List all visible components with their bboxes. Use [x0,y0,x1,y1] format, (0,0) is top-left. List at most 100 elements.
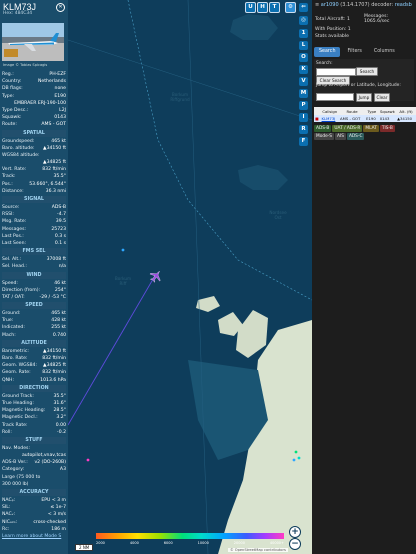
detail-value: EMBRAER ERJ-190-100 [14,100,66,106]
detail-row: Sel. Alt.: 37008 ft [2,256,66,263]
detail-key: Mach: [2,332,16,338]
side-button-o[interactable]: O [299,53,308,62]
detail-value: 832 ft/min [42,167,66,173]
search-button[interactable]: Search [356,67,378,76]
column-header[interactable]: Route [339,107,366,115]
jump-button[interactable]: Jump [356,93,372,102]
aircraft-photo[interactable] [2,23,64,61]
jump-input[interactable] [316,93,354,101]
detail-key: Messages: [2,226,27,232]
side-button-p[interactable]: P [299,101,308,110]
section-header: STUFF [2,436,66,444]
detail-key: Baro. Rate: [2,356,28,361]
app-link[interactable]: ar1090 [321,2,339,8]
detail-row: True Heading: 31.6° [2,400,66,407]
cell-route: AMS - GOT [339,115,366,122]
detail-value: L2J [59,107,66,113]
source-tag[interactable]: ADS-C [346,133,365,140]
tab-columns[interactable]: Columns [369,47,400,57]
source-tag[interactable]: MLAT [363,125,379,132]
detail-key: Roll: [2,429,12,435]
source-tag[interactable]: AIS [335,133,346,140]
detail-key: Source: [2,205,20,210]
detail-key: Route: [2,122,17,128]
detail-key: TAT / OAT: [2,294,25,300]
cell-callsign[interactable]: KLM73J [320,115,340,122]
column-header[interactable]: Alt. (ft) [396,107,416,115]
source-tag[interactable]: UAT / ADS-R [332,125,363,132]
side-button-v[interactable]: V [299,77,308,86]
detail-row: Country: Netherlands [2,78,66,85]
close-icon[interactable]: ✕ [56,3,65,12]
altitude-legend-ticks: 2000 4000 6000 10000 20000 40000+ [96,541,284,545]
detail-value: 0.00 [55,422,66,428]
detail-row: Groundspeed: 465 kt [2,138,66,145]
detail-value: v2 (DO-260B) [34,460,66,466]
source-tag[interactable]: Mode-S [314,133,334,140]
settings-gear-icon[interactable]: ⚙ [285,2,296,13]
with-position: With Position: 1 [315,27,351,32]
zoom-out-button[interactable]: − [289,538,301,550]
detail-key: Msg. Rate: [2,219,27,225]
detail-key: Track: [2,174,16,180]
position-label: With Position: [315,27,347,32]
detail-key: NACₚ: [2,498,16,503]
decoder-link[interactable]: readsb [395,2,412,8]
side-button-r[interactable]: R [299,125,308,134]
detail-key: Indicated: [2,325,25,331]
detail-value: cross-checked [33,519,66,525]
detail-row: WGS84 altitude: [2,152,66,159]
source-tag[interactable]: ADS-B [314,125,332,132]
learn-more-link[interactable]: Learn more about Mode S [2,533,66,540]
map-view[interactable]: Borkum Riffgrund Borkum Riff Nordsee Ost U … [68,0,312,554]
detail-key: Magnetic Heading: [2,408,46,414]
detail-value: ▲34150 ft [43,348,66,354]
tab-search[interactable]: Search [314,47,341,57]
detail-row: Direction (from): 254° [2,287,66,294]
side-button-i[interactable]: I [299,113,308,122]
search-input[interactable] [316,68,356,76]
map-button-h[interactable]: H [257,2,268,13]
map-button-u[interactable]: U [245,2,256,13]
aircraft-hex: Hex: 484C34 [3,11,32,16]
messages-value: 1065.6/sec [364,19,390,24]
clear-button[interactable]: Clear [374,93,390,102]
map-button-t[interactable]: T [269,2,280,13]
table-row[interactable]: ■ KLM73J AMS - GOT E190 0143 ▲34150 [314,115,416,122]
side-button-2[interactable]: 1 [299,29,308,38]
detail-value: 465 kt [51,138,66,144]
detail-key: Distance: [2,188,24,194]
detail-value: n/a [58,264,66,270]
detail-value: A3 [59,467,66,473]
detail-key: Magnetic Decl.: [2,415,38,421]
sidebar-toggle-button[interactable]: ⇐ [299,3,308,12]
detail-row: Last Seen: 0.1 s [2,240,66,247]
side-button-f[interactable]: F [299,137,308,146]
detail-key: Speed: [2,280,18,286]
side-button-m[interactable]: M [299,89,308,98]
side-button-1[interactable]: ◎ [299,16,308,25]
side-button-l[interactable]: L [299,41,308,50]
detail-value: PH-EZF [49,72,66,77]
stats-available[interactable]: Stats available [315,34,349,39]
detail-value: E190 [54,93,66,99]
side-button-k[interactable]: K [299,65,308,74]
legend-tick: 40000+ [269,541,284,545]
zoom-in-button[interactable]: + [289,526,301,538]
tab-filters[interactable]: Filters [342,47,366,57]
legend-tick: 20000 [233,541,245,545]
detail-row: Large (75 000 to [2,474,66,481]
detail-value: ADS-B [51,205,66,210]
source-tag[interactable]: TIS-B [379,125,395,132]
legend-tick: 10000 [197,541,209,545]
menu-icon[interactable]: ≡ [315,2,319,8]
detail-key: Sel. Head.: [2,264,27,270]
column-header[interactable]: Callsign [320,107,340,115]
map-attribution[interactable]: © OpenStreetMap contributors [228,548,288,552]
column-header[interactable]: Squawk [378,107,397,115]
column-header[interactable]: Type [365,107,379,115]
detail-key: Category: [2,467,25,473]
detail-row: Ground: 465 kt [2,310,66,317]
sidebar-header: ≡ ar1090 (3.14.1707) decoder: readsb [315,2,412,8]
table-header-row: Callsign Route Type Squawk Alt. (ft) [314,107,416,115]
